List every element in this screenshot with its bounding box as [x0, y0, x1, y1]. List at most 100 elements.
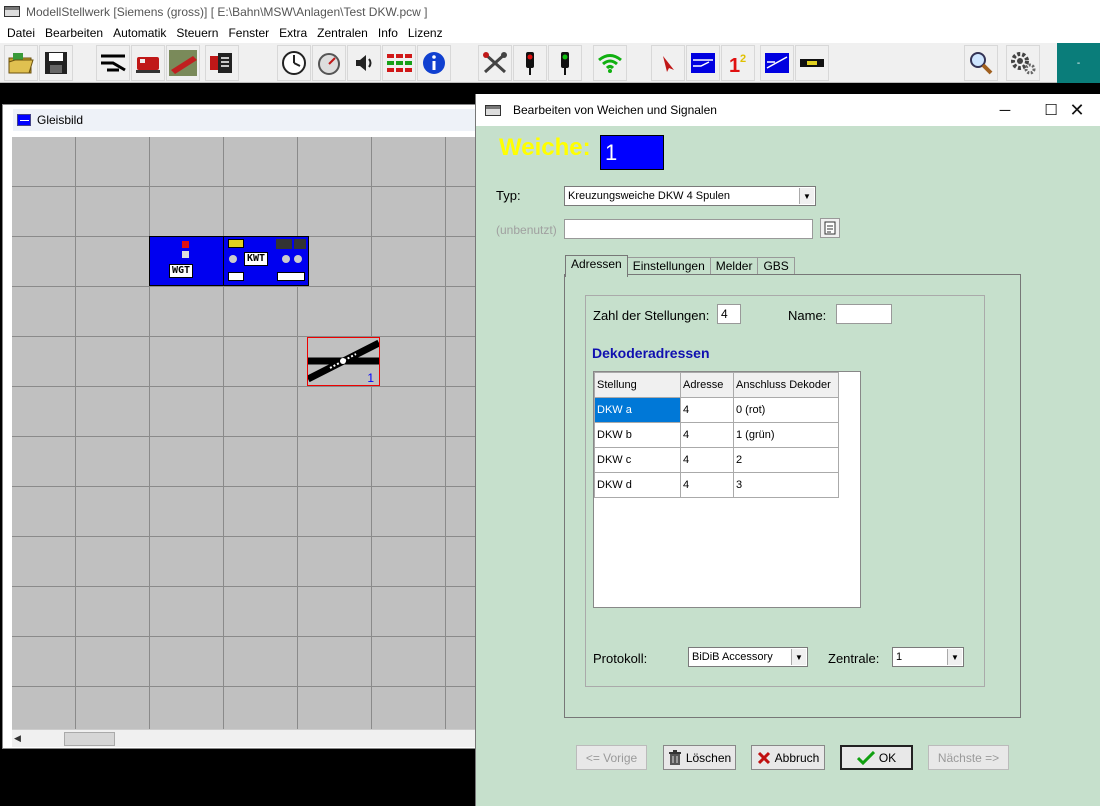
open-button[interactable] [4, 45, 38, 81]
abbruch-button[interactable]: Abbruch [751, 745, 825, 770]
settings-icon [1011, 52, 1036, 75]
list-icon [210, 53, 232, 73]
clock-button[interactable] [277, 45, 311, 81]
column-header-anschluss[interactable]: Anschluss Dekoder [733, 372, 839, 398]
gleisbild-titlebar: Gleisbild [3, 105, 475, 135]
save-button[interactable] [39, 45, 73, 81]
cell-adresse[interactable]: 4 [680, 422, 734, 448]
name-label: Name: [788, 308, 827, 323]
zoom-icon [970, 52, 993, 75]
table-row[interactable]: DKW c 4 2 [594, 447, 839, 473]
cell-anschluss[interactable]: 1 (grün) [733, 422, 839, 448]
signal-red-button[interactable] [513, 45, 547, 81]
track-grid[interactable]: WGT KWT [12, 137, 477, 729]
train-button[interactable] [166, 45, 200, 81]
zahl-field[interactable]: 4 [717, 304, 741, 324]
open-icon [8, 53, 34, 74]
cell-adresse[interactable]: 4 [680, 472, 734, 498]
chevron-down-icon[interactable]: ▼ [947, 649, 962, 665]
speaker-button[interactable] [347, 45, 381, 81]
horizontal-scrollbar[interactable]: ◀ [12, 729, 477, 747]
zentrale-value: 1 [896, 651, 903, 663]
svg-text:2: 2 [740, 53, 746, 65]
cell-adresse[interactable]: 4 [680, 447, 734, 473]
table-row[interactable]: DKW d 4 3 [594, 472, 839, 498]
switch-edit-button[interactable] [96, 45, 130, 81]
app-title: ModellStellwerk [Siemens (gross)] [ E:\B… [26, 4, 428, 19]
naechste-label: Nächste => [937, 750, 1000, 765]
matrix-button[interactable] [382, 45, 416, 81]
pick-button[interactable] [820, 218, 840, 238]
cell-stellung[interactable]: DKW c [594, 447, 681, 473]
table-row[interactable]: DKW b 4 1 (grün) [594, 422, 839, 448]
tab-bar: Adressen Einstellungen Melder GBS [565, 255, 795, 277]
menu-extra[interactable]: Extra [274, 26, 312, 40]
column-header-stellung[interactable]: Stellung [594, 372, 681, 398]
trash-icon [668, 749, 681, 765]
clock-icon [282, 51, 306, 75]
menu-info[interactable]: Info [373, 26, 403, 40]
document-icon [824, 221, 836, 235]
scroll-thumb[interactable] [64, 732, 115, 746]
chevron-down-icon[interactable]: ▼ [799, 188, 814, 204]
cell-stellung[interactable]: DKW a [594, 397, 681, 423]
cell-anschluss[interactable]: 3 [733, 472, 839, 498]
locomotive-icon [136, 57, 160, 73]
track-plan-button[interactable] [760, 45, 794, 81]
cell-anschluss[interactable]: 2 [733, 447, 839, 473]
ok-button[interactable]: OK [840, 745, 913, 770]
signal-green-button[interactable] [548, 45, 582, 81]
wgt-element[interactable]: WGT [149, 236, 224, 286]
vorige-label: <= Vorige [585, 750, 638, 765]
protokoll-select[interactable]: BiDiB Accessory ▼ [688, 647, 808, 667]
locomotive-button[interactable] [131, 45, 165, 81]
dekoder-table[interactable]: Stellung Adresse Anschluss Dekoder DKW a… [593, 371, 861, 608]
close-icon[interactable]: ✕ [1054, 94, 1100, 126]
typ-select[interactable]: Kreuzungsweiche DKW 4 Spulen ▼ [564, 186, 816, 206]
tab-adressen[interactable]: Adressen [565, 255, 628, 277]
menu-zentralen[interactable]: Zentralen [312, 26, 373, 40]
signal-green-icon [561, 52, 569, 75]
lamp-left [229, 255, 237, 263]
settings-button[interactable] [1006, 45, 1040, 81]
minimize-icon[interactable]: ─ [982, 94, 1028, 126]
column-header-adresse[interactable]: Adresse [680, 372, 734, 398]
stopwatch-button[interactable] [312, 45, 346, 81]
tools-button[interactable] [478, 45, 512, 81]
weiche-number: 1 [600, 135, 664, 170]
menu-datei[interactable]: Datei [2, 26, 40, 40]
cell-adresse[interactable]: 4 [680, 397, 734, 423]
menu-automatik[interactable]: Automatik [108, 26, 171, 40]
info-icon [423, 52, 445, 74]
scroll-left-icon[interactable]: ◀ [14, 733, 21, 744]
chevron-down-icon[interactable]: ▼ [791, 649, 806, 665]
menu-bearbeiten[interactable]: Bearbeiten [40, 26, 108, 40]
cell-stellung[interactable]: DKW d [594, 472, 681, 498]
signal-lamp-white [182, 251, 189, 258]
wifi-button[interactable] [593, 45, 627, 81]
menu-steuern[interactable]: Steuern [171, 26, 223, 40]
menu-fenster[interactable]: Fenster [223, 26, 274, 40]
display-block-2 [294, 239, 306, 249]
loeschen-button[interactable]: Löschen [663, 745, 736, 770]
list-button[interactable] [205, 45, 239, 81]
info-button[interactable] [417, 45, 451, 81]
block-button[interactable] [795, 45, 829, 81]
track-button[interactable] [686, 45, 720, 81]
zentrale-select[interactable]: 1 ▼ [892, 647, 964, 667]
menu-lizenz[interactable]: Lizenz [403, 26, 448, 40]
cell-anschluss[interactable]: 0 (rot) [733, 397, 839, 423]
typ-value: Kreuzungsweiche DKW 4 Spulen [568, 190, 731, 202]
dkw-track-tile[interactable]: 1 [307, 337, 380, 386]
name-field[interactable] [836, 304, 892, 324]
cell-stellung[interactable]: DKW b [594, 422, 681, 448]
naechste-button[interactable]: Nächste => [928, 745, 1009, 770]
vorige-button[interactable]: <= Vorige [576, 745, 647, 770]
sequence-button[interactable]: 12 [721, 45, 755, 81]
unbenutzt-field[interactable] [564, 219, 813, 239]
signal-red-icon [526, 52, 534, 75]
table-row[interactable]: DKW a 4 0 (rot) [594, 397, 839, 423]
kwt-element[interactable]: KWT [223, 236, 309, 286]
zoom-button[interactable] [964, 45, 998, 81]
pointer-button[interactable] [651, 45, 685, 81]
